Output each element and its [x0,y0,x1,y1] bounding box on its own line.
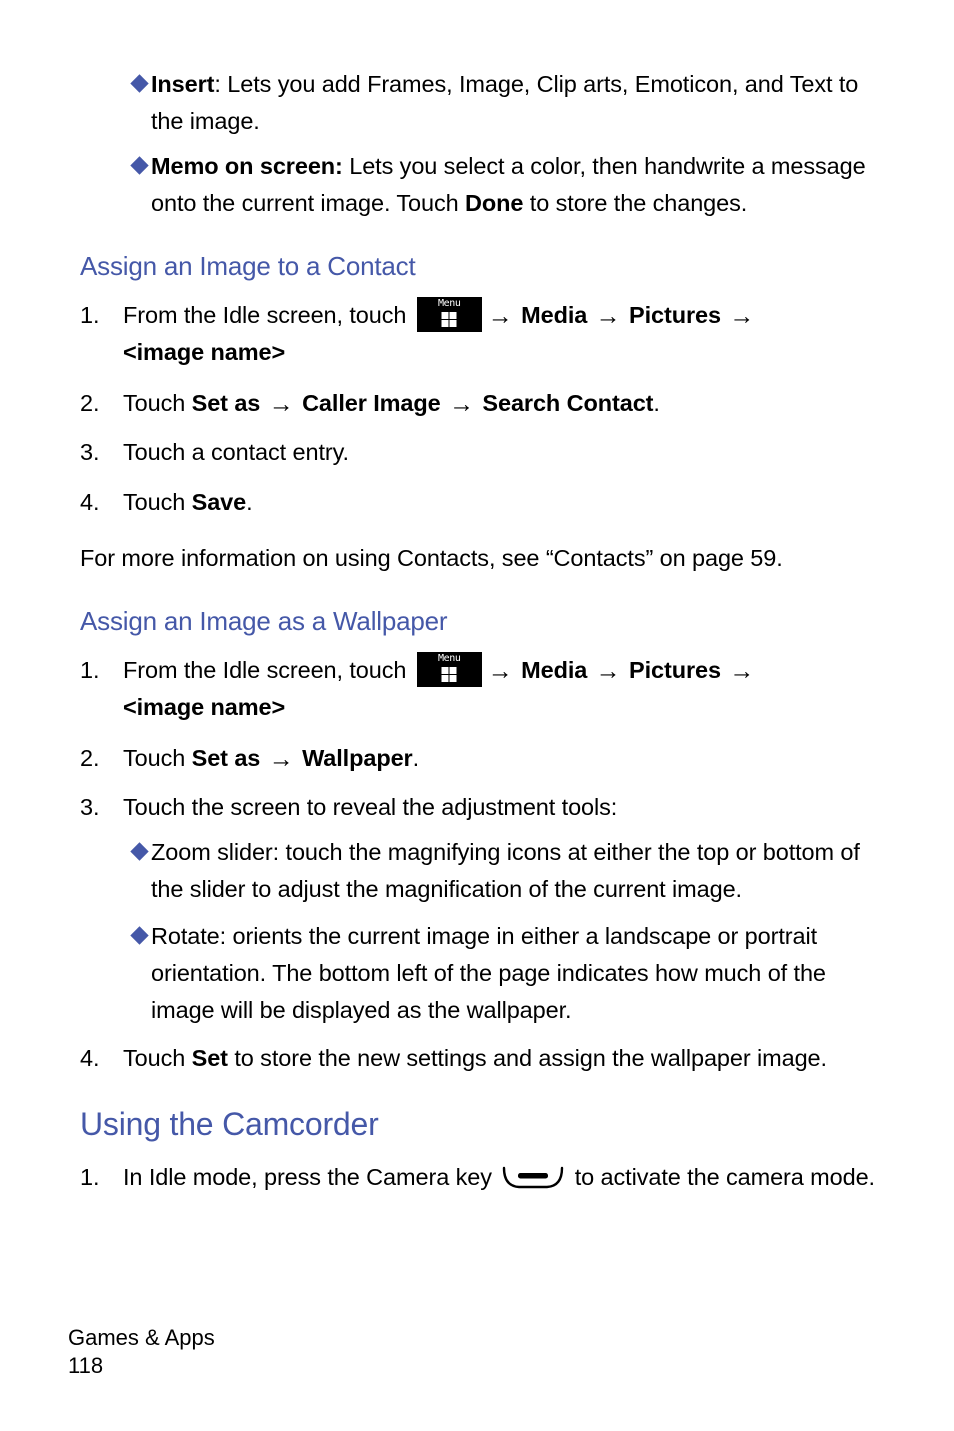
step-text: From the Idle screen, touch [123,302,413,328]
arrow-icon: → [729,302,755,330]
step-number: 1. [80,1164,100,1190]
step-text: Touch [123,390,192,416]
menu-grid-glyph [441,667,457,682]
list-item: Insert: Lets you add Frames, Image, Clip… [130,66,888,140]
section-heading-using-camcorder: Using the Camcorder [80,1106,379,1142]
bullet-lead-term: Memo on screen: [151,153,343,179]
menu-grid-glyph [441,312,457,327]
step-tail: . [653,390,660,416]
list-item: Zoom slider: touch the magnifying icons … [130,834,888,908]
menu-key-icon: Menu [416,297,482,332]
step-number: 2. [80,390,100,416]
camera-key-icon [501,1164,565,1190]
arrow-icon: → [449,390,474,418]
list-item: 3. Touch a contact entry. [80,434,880,471]
arrow-icon: → [595,302,621,330]
list-item: 1. From the Idle screen, touch Menu → Med… [80,297,880,371]
section-heading-assign-wallpaper: Assign an Image as a Wallpaper [80,606,448,636]
step-number: 3. [80,439,100,465]
step-text: From the Idle screen, touch [123,657,413,683]
footer-section-name: Games & Apps [68,1325,215,1350]
step-text-tail: to activate the camera mode. [568,1164,875,1190]
arrow-icon: → [268,390,294,418]
crumb-set-as: Set as [191,745,261,771]
list-item: 4. Touch Save. [80,484,880,521]
crumb-search-contact: Search Contact [482,390,654,416]
step-text: Touch a contact entry. [123,439,349,465]
list-item: 1. In Idle mode, press the Camera key to… [80,1159,900,1196]
menu-key-label: Menu [438,653,461,664]
step-number: 4. [80,1045,100,1071]
bullet-text: Zoom slider: touch the magnifying icons … [151,839,860,902]
list-item: Memo on screen: Lets you select a color,… [130,148,888,222]
menu-key-label: Menu [438,298,461,309]
list-item: 2. Touch Set as → Wallpaper. [80,740,880,777]
step-number: 2. [80,745,100,771]
list-item: 3. Touch the screen to reveal the adjust… [80,789,880,826]
arrow-icon: → [487,657,513,685]
crumb-set-as: Set as [191,390,261,416]
step-text: Touch [123,745,192,771]
bullet-text-after: to store the changes. [523,190,748,216]
arrow-icon: → [729,657,755,685]
crumb-wallpaper: Wallpaper [302,745,413,771]
menu-key-icon: Menu [416,652,482,687]
step-number: 1. [80,302,100,328]
bullet-lead-term: Insert [151,71,215,97]
step-number: 4. [80,489,100,515]
list-item: Rotate: orients the current image in eit… [130,918,873,1029]
step-text: In Idle mode, press the Camera key [123,1164,499,1190]
crumb-image-name: <image name> [123,339,286,365]
crumb-caller-image: Caller Image [302,390,441,416]
inline-bold-done: Done [465,190,524,216]
step-text: Touch [123,1045,192,1071]
manual-page: Insert: Lets you add Frames, Image, Clip… [0,0,954,1431]
crumb-pictures: Pictures [629,302,721,328]
bullet-text: Lets you add Frames, Image, Clip arts, E… [151,71,859,134]
step-tail: to store the new settings and assign the… [227,1045,827,1071]
diamond-bullet-icon [130,156,149,175]
crumb-media: Media [521,657,588,683]
bullet-lead-punct: : [214,71,228,97]
step-text: Touch [123,489,192,515]
step-number: 3. [80,794,100,820]
step-number: 1. [80,657,100,683]
list-item: 1. From the Idle screen, touch Menu → Med… [80,652,880,726]
arrow-icon: → [595,657,621,685]
crumb-image-name: <image name> [123,694,286,720]
step-text: Touch the screen to reveal the adjustmen… [123,794,618,820]
diamond-bullet-icon [130,74,149,93]
arrow-icon: → [487,302,513,330]
section-heading-assign-contact: Assign an Image to a Contact [80,251,416,281]
crumb-media: Media [521,302,588,328]
diamond-bullet-icon [130,926,149,945]
bullet-text: Rotate: orients the current image in eit… [151,923,826,1023]
crumb-pictures: Pictures [629,657,721,683]
action-save: Save [191,489,247,515]
footer-page-number: 118 [68,1353,104,1378]
diamond-bullet-icon [130,842,149,861]
cross-reference-note: For more information on using Contacts, … [80,545,783,571]
arrow-icon: → [268,745,294,773]
list-item: 2. Touch Set as → Caller Image → Search … [80,385,880,422]
step-tail: . [246,489,253,515]
list-item: 4. Touch Set to store the new settings a… [80,1040,910,1077]
action-set: Set [191,1045,228,1071]
step-tail: . [412,745,420,771]
